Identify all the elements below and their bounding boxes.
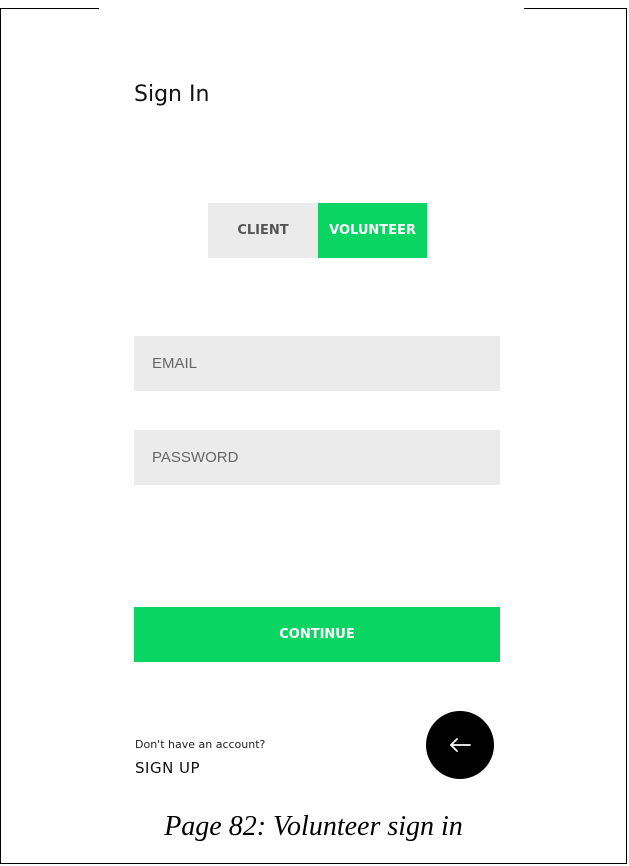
page-title: Sign In (134, 82, 210, 107)
figure-caption: Page 82: Volunteer sign in (164, 811, 463, 842)
sign-up-link[interactable]: SIGN UP (135, 759, 200, 777)
email-field[interactable] (134, 336, 500, 391)
back-button[interactable] (426, 711, 494, 779)
password-field[interactable] (134, 430, 500, 485)
arrow-left-icon (450, 738, 471, 752)
no-account-prompt: Don't have an account? (135, 738, 266, 751)
tab-volunteer[interactable]: VOLUNTEER (318, 203, 427, 258)
continue-button[interactable]: CONTINUE (134, 607, 500, 662)
tab-client[interactable]: CLIENT (208, 203, 318, 258)
role-toggle: CLIENT VOLUNTEER (208, 203, 427, 258)
